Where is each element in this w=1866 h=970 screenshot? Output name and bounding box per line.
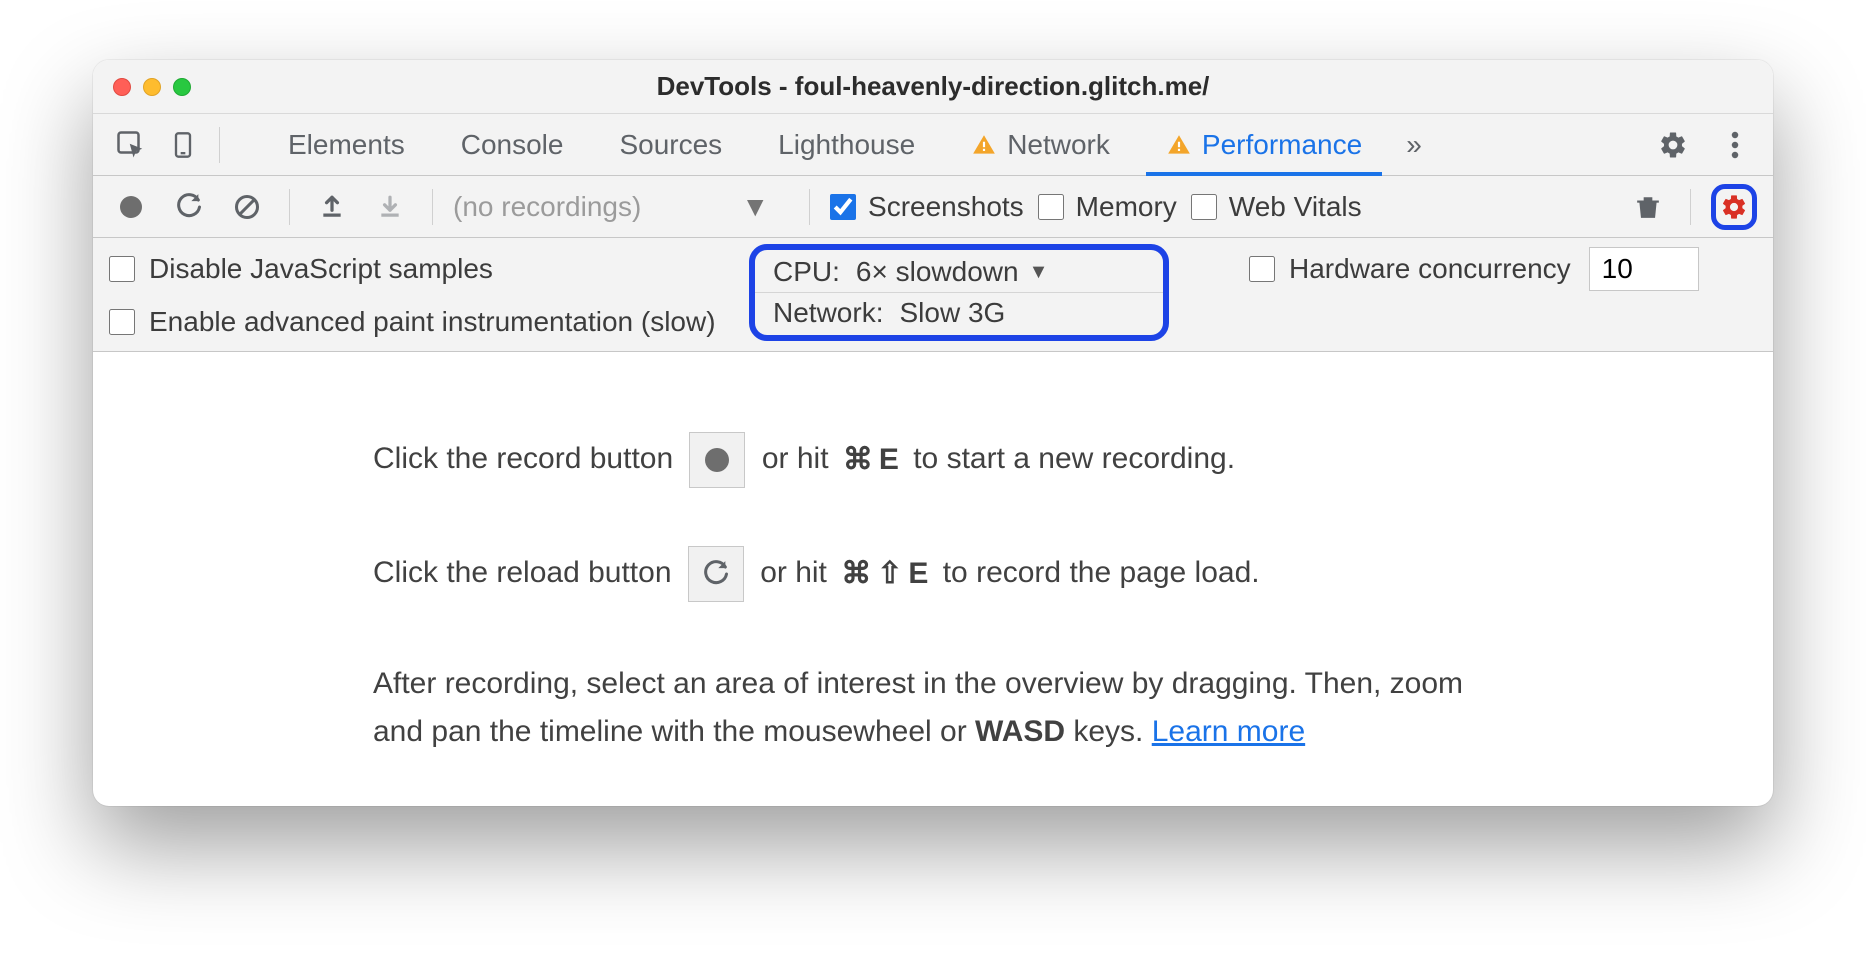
load-profile-icon[interactable]: [310, 185, 354, 229]
recordings-label: (no recordings): [453, 191, 641, 223]
memory-checkbox[interactable]: Memory: [1038, 191, 1177, 223]
instruction-reload: Click the reload button or hit ⌘ ⇧ E to …: [373, 546, 1493, 602]
empty-state: Click the record button or hit ⌘ E to st…: [93, 352, 1773, 806]
tab-network[interactable]: Network: [945, 114, 1136, 175]
garbage-collect-icon[interactable]: [1626, 185, 1670, 229]
tab-console[interactable]: Console: [435, 114, 590, 175]
memory-checkbox-input[interactable]: [1038, 194, 1064, 220]
chevron-down-icon: ▼: [741, 191, 769, 223]
capture-settings-button[interactable]: [1711, 184, 1757, 230]
network-value: Slow 3G: [899, 297, 1005, 329]
tab-sources[interactable]: Sources: [593, 114, 748, 175]
hardware-concurrency-checkbox[interactable]: Hardware concurrency: [1249, 253, 1571, 285]
screenshots-checkbox-input[interactable]: [830, 194, 856, 220]
settings-icon[interactable]: [1651, 123, 1695, 167]
hardware-concurrency-field[interactable]: [1589, 247, 1699, 291]
cmd-key-icon: ⌘: [843, 436, 873, 484]
tab-lighthouse[interactable]: Lighthouse: [752, 114, 941, 175]
cpu-throttling-row[interactable]: CPU: 6× slowdown ▼: [755, 252, 1163, 292]
instruction-after: After recording, select an area of inter…: [373, 660, 1493, 756]
devtools-window: DevTools - foul-heavenly-direction.glitc…: [93, 60, 1773, 806]
cmd-key-icon: ⌘: [841, 550, 871, 598]
panel-tabbar: Elements Console Sources Lighthouse Netw…: [93, 114, 1773, 176]
tab-label: Performance: [1202, 129, 1362, 161]
inspect-element-icon[interactable]: [109, 123, 153, 167]
checkbox-label: Web Vitals: [1229, 191, 1362, 223]
capture-settings-panel: Disable JavaScript samples CPU: 6× slowd…: [93, 238, 1773, 352]
throttling-highlight: CPU: 6× slowdown ▼ Network: Slow 3G: [749, 244, 1169, 341]
warning-icon: [1166, 132, 1192, 158]
window-controls: [113, 78, 191, 96]
tab-label: Sources: [619, 129, 722, 161]
screenshots-checkbox[interactable]: Screenshots: [830, 191, 1024, 223]
advanced-paint-input[interactable]: [109, 309, 135, 335]
cpu-value: 6× slowdown: [856, 256, 1019, 288]
web-vitals-checkbox[interactable]: Web Vitals: [1191, 191, 1362, 223]
tab-label: Console: [461, 129, 564, 161]
tab-label: Elements: [288, 129, 405, 161]
tab-performance[interactable]: Performance: [1140, 114, 1388, 175]
record-button[interactable]: [109, 185, 153, 229]
performance-toolbar: (no recordings) ▼ Screenshots Memory Web…: [93, 176, 1773, 238]
divider: [809, 189, 810, 225]
disable-js-samples-checkbox[interactable]: Disable JavaScript samples: [109, 253, 749, 285]
instruction-record: Click the record button or hit ⌘ E to st…: [373, 432, 1493, 488]
chevrons-icon: »: [1406, 129, 1422, 161]
zoom-window-button[interactable]: [173, 78, 191, 96]
titlebar: DevTools - foul-heavenly-direction.glitc…: [93, 60, 1773, 114]
learn-more-link[interactable]: Learn more: [1152, 715, 1305, 748]
shift-key-icon: ⇧: [877, 550, 902, 598]
divider: [289, 189, 290, 225]
network-throttling-row[interactable]: Network: Slow 3G: [755, 292, 1163, 333]
tab-label: Lighthouse: [778, 129, 915, 161]
close-window-button[interactable]: [113, 78, 131, 96]
record-button-illustration[interactable]: [689, 432, 745, 488]
clear-button[interactable]: [225, 185, 269, 229]
recordings-dropdown[interactable]: (no recordings) ▼: [453, 191, 789, 223]
more-tabs-button[interactable]: »: [1392, 114, 1436, 175]
device-toolbar-icon[interactable]: [161, 123, 205, 167]
chevron-down-icon: ▼: [1029, 261, 1049, 284]
divider: [219, 127, 220, 163]
cpu-label: CPU:: [773, 256, 840, 288]
tab-label: Network: [1007, 129, 1110, 161]
divider: [432, 189, 433, 225]
divider: [1690, 189, 1691, 225]
reload-button-illustration[interactable]: [688, 546, 744, 602]
disable-js-samples-input[interactable]: [109, 256, 135, 282]
checkbox-label: Disable JavaScript samples: [149, 253, 493, 285]
window-title: DevTools - foul-heavenly-direction.glitc…: [93, 71, 1773, 102]
panel-tabs: Elements Console Sources Lighthouse Netw…: [262, 114, 1635, 175]
tab-elements[interactable]: Elements: [262, 114, 431, 175]
checkbox-label: Screenshots: [868, 191, 1024, 223]
warning-icon: [971, 132, 997, 158]
minimize-window-button[interactable]: [143, 78, 161, 96]
save-profile-icon[interactable]: [368, 185, 412, 229]
web-vitals-checkbox-input[interactable]: [1191, 194, 1217, 220]
hardware-concurrency-input[interactable]: [1249, 256, 1275, 282]
checkbox-label: Memory: [1076, 191, 1177, 223]
kebab-menu-icon[interactable]: [1713, 123, 1757, 167]
hardware-concurrency: Hardware concurrency: [1169, 247, 1757, 291]
advanced-paint-checkbox[interactable]: Enable advanced paint instrumentation (s…: [109, 306, 749, 338]
checkbox-label: Enable advanced paint instrumentation (s…: [149, 306, 716, 338]
checkbox-label: Hardware concurrency: [1289, 253, 1571, 285]
network-label: Network:: [773, 297, 883, 329]
reload-record-button[interactable]: [167, 185, 211, 229]
